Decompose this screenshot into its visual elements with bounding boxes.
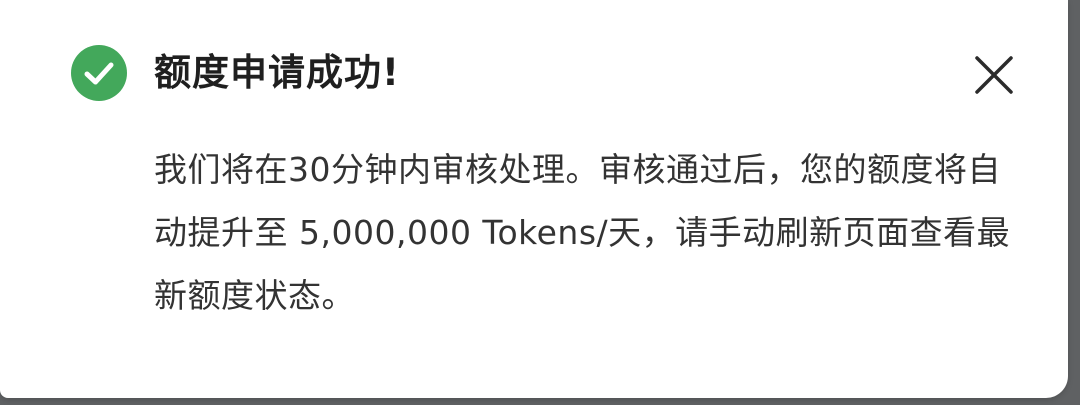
check-circle-icon bbox=[71, 45, 127, 101]
close-icon bbox=[975, 56, 1013, 94]
quota-success-dialog: 额度申请成功! 我们将在30分钟内审核处理。审核通过后，您的额度将自动提升至 5… bbox=[0, 0, 1068, 398]
dialog-message: 我们将在30分钟内审核处理。审核通过后，您的额度将自动提升至 5,000,000… bbox=[154, 150, 1011, 315]
dialog-title: 额度申请成功! bbox=[154, 51, 400, 94]
close-button[interactable] bbox=[964, 46, 1024, 106]
